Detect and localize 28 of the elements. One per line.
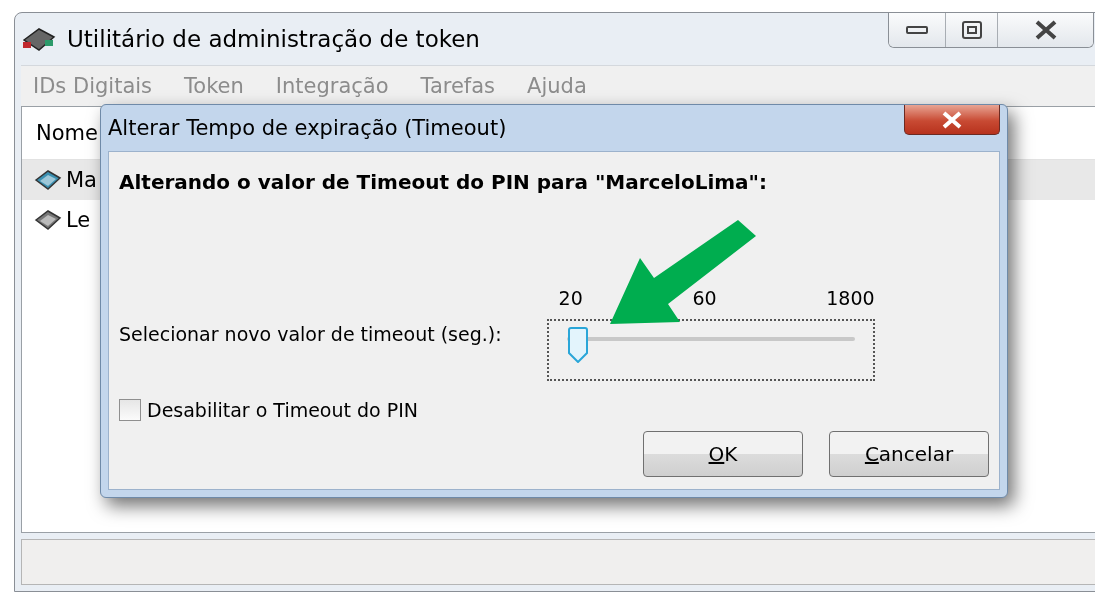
dialog-heading: Alterando o valor de Timeout do PIN para "MarceloLima":: [119, 170, 768, 194]
checkbox[interactable]: [119, 399, 141, 421]
menu-item[interactable]: Token: [184, 74, 244, 98]
tick-label: 1800: [826, 287, 875, 309]
column-header[interactable]: Nome: [22, 121, 98, 145]
dialog-title: Alterar Tempo de expiração (Timeout): [108, 116, 507, 140]
minimize-icon: [906, 25, 928, 35]
slider-label: Selecionar novo valor de timeout (seg.):: [119, 323, 502, 345]
maximize-icon: [960, 20, 983, 40]
menu-item[interactable]: Tarefas: [420, 74, 496, 98]
checkbox-label: Desabilitar o Timeout do PIN: [147, 399, 419, 421]
close-button[interactable]: [997, 13, 1093, 47]
minimize-button[interactable]: [889, 13, 945, 47]
token-icon: [34, 208, 62, 232]
tick-label: 20: [558, 287, 583, 309]
menu-item[interactable]: Integração: [275, 74, 389, 98]
window-title: Utilitário de administração de token: [67, 26, 480, 52]
cancel-button[interactable]: Cancelar: [829, 431, 989, 477]
close-icon: [1033, 20, 1058, 40]
maximize-button[interactable]: [945, 13, 997, 47]
tick-label: 60: [692, 287, 717, 309]
menu-item[interactable]: Ajuda: [527, 74, 587, 98]
close-button[interactable]: [904, 105, 1000, 135]
slider-thumb[interactable]: [567, 327, 590, 363]
close-icon: [940, 110, 964, 129]
ok-button[interactable]: OK: [643, 431, 803, 477]
token-icon: [34, 168, 62, 192]
menu-item[interactable]: IDs Digitais: [33, 74, 153, 98]
